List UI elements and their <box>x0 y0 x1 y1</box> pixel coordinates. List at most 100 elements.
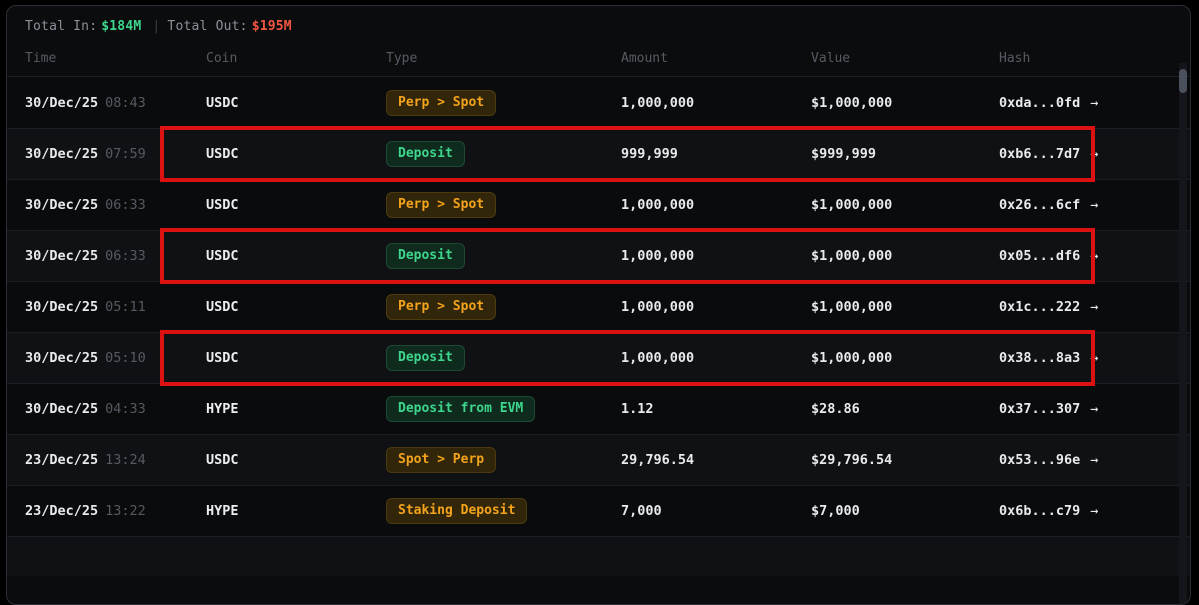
hash-link[interactable]: 0x1c...222 → <box>999 299 1172 315</box>
type-cell: Perp > Spot <box>386 294 621 320</box>
time-text: 05:11 <box>105 299 146 315</box>
external-arrow-icon: → <box>1090 197 1098 213</box>
type-cell: Staking Deposit <box>386 498 621 524</box>
value-cell: $1,000,000 <box>811 248 999 264</box>
time-text: 07:59 <box>105 146 146 162</box>
type-badge: Perp > Spot <box>386 90 496 116</box>
scrollbar-thumb[interactable] <box>1179 69 1187 93</box>
hash-link[interactable]: 0xb6...7d7→ <box>999 146 1172 162</box>
date-text: 30/Dec/25 <box>25 95 98 111</box>
date-text: 30/Dec/25 <box>25 248 98 264</box>
hash-text: 0x37...307 <box>999 401 1080 417</box>
table-row: 30/Dec/25 06:33 USDC Perp > Spot 1,000,00… <box>7 179 1190 230</box>
external-arrow-icon: → <box>1090 248 1098 264</box>
value-cell: $28.86 <box>811 401 999 417</box>
time-text: 13:22 <box>105 503 146 519</box>
time-cell: 23/Dec/25 13:22 <box>25 503 206 519</box>
coin-text: USDC <box>206 452 239 468</box>
time-cell: 30/Dec/25 04:33 <box>25 401 206 417</box>
value-cell: $1,000,000 <box>811 197 999 213</box>
coin-text: HYPE <box>206 503 239 519</box>
coin-cell: USDC <box>206 95 386 111</box>
date-text: 30/Dec/25 <box>25 299 98 315</box>
value-cell: $1,000,000 <box>811 95 999 111</box>
totals-separator: | <box>152 19 160 34</box>
coin-text: USDC <box>206 95 239 111</box>
coin-text: HYPE <box>206 401 239 417</box>
table-header: Time Coin Type Amount Value Hash <box>7 35 1190 77</box>
coin-text: USDC <box>206 299 239 315</box>
hash-link[interactable]: 0x38...8a3→ <box>999 350 1172 366</box>
time-text: 06:33 <box>105 197 146 213</box>
hash-link[interactable]: 0x53...96e → <box>999 452 1172 468</box>
coin-cell: HYPE <box>206 401 386 417</box>
time-text: 04:33 <box>105 401 146 417</box>
amount-cell: 1,000,000 <box>621 248 811 264</box>
table-row-partial <box>7 536 1190 576</box>
date-text: 23/Dec/25 <box>25 503 98 519</box>
hash-text: 0xda...0fd <box>999 95 1080 111</box>
amount-cell: 999,999 <box>621 146 811 162</box>
type-cell: Deposit <box>386 345 621 371</box>
time-text: 06:33 <box>105 248 146 264</box>
type-badge: Deposit <box>386 141 465 167</box>
column-header-amount: Amount <box>621 51 811 67</box>
hash-text: 0x53...96e <box>999 452 1080 468</box>
coin-cell: USDC <box>206 146 386 162</box>
time-cell: 30/Dec/25 08:43 <box>25 95 206 111</box>
type-badge: Deposit <box>386 243 465 269</box>
date-text: 23/Dec/25 <box>25 452 98 468</box>
total-in-label: Total In: <box>25 19 97 34</box>
hash-link[interactable]: 0x26...6cf → <box>999 197 1172 213</box>
hash-text: 0x38...8a3 <box>999 350 1080 366</box>
hash-text: 0x26...6cf <box>999 197 1080 213</box>
time-text: 08:43 <box>105 95 146 111</box>
coin-cell: USDC <box>206 452 386 468</box>
coin-cell: USDC <box>206 350 386 366</box>
table-row: 30/Dec/25 04:33 HYPE Deposit from EVM 1.1… <box>7 383 1190 434</box>
table-row: 23/Dec/25 13:22 HYPE Staking Deposit 7,00… <box>7 485 1190 536</box>
coin-text: USDC <box>206 197 239 213</box>
date-text: 30/Dec/25 <box>25 401 98 417</box>
external-arrow-icon: → <box>1090 452 1098 468</box>
total-out-label: Total Out: <box>167 19 247 34</box>
hash-link[interactable]: 0xda...0fd→ <box>999 95 1172 111</box>
amount-cell: 1,000,000 <box>621 95 811 111</box>
coin-text: USDC <box>206 248 239 264</box>
table-row: 30/Dec/25 07:59 USDC Deposit 999,999 $999… <box>7 128 1190 179</box>
column-header-hash: Hash <box>999 51 1172 67</box>
column-header-type: Type <box>386 51 621 67</box>
value-cell: $29,796.54 <box>811 452 999 468</box>
type-badge: Deposit from EVM <box>386 396 535 422</box>
scrollbar-track[interactable] <box>1179 63 1187 604</box>
external-arrow-icon: → <box>1090 299 1098 315</box>
hash-link[interactable]: 0x6b...c79→ <box>999 503 1172 519</box>
amount-cell: 29,796.54 <box>621 452 811 468</box>
date-text: 30/Dec/25 <box>25 146 98 162</box>
hash-text: 0x6b...c79 <box>999 503 1080 519</box>
type-cell: Deposit from EVM <box>386 396 621 422</box>
amount-cell: 1,000,000 <box>621 299 811 315</box>
amount-cell: 1,000,000 <box>621 197 811 213</box>
amount-cell: 1,000,000 <box>621 350 811 366</box>
total-out-value: $195M <box>252 19 292 34</box>
totals-bar: Total In:$184M|Total Out:$195M <box>7 6 1190 35</box>
type-cell: Perp > Spot <box>386 90 621 116</box>
coin-cell: USDC <box>206 197 386 213</box>
time-cell: 30/Dec/2505:10 <box>25 350 206 366</box>
table-row: 30/Dec/2505:10 USDC Deposit 1,000,000 $1… <box>7 332 1190 383</box>
value-cell: $999,999 <box>811 146 999 162</box>
date-text: 30/Dec/25 <box>25 197 98 213</box>
type-cell: Deposit <box>386 141 621 167</box>
hash-text: 0x05...df6 <box>999 248 1080 264</box>
type-cell: Perp > Spot <box>386 192 621 218</box>
amount-cell: 1.12 <box>621 401 811 417</box>
external-arrow-icon: → <box>1090 401 1098 417</box>
hash-link[interactable]: 0x05...df6 → <box>999 248 1172 264</box>
hash-text: 0x1c...222 <box>999 299 1080 315</box>
amount-cell: 7,000 <box>621 503 811 519</box>
type-badge: Deposit <box>386 345 465 371</box>
table-row: 30/Dec/25 05:11 USDC Perp > Spot 1,000,00… <box>7 281 1190 332</box>
hash-link[interactable]: 0x37...307 → <box>999 401 1172 417</box>
time-cell: 30/Dec/25 06:33 <box>25 248 206 264</box>
